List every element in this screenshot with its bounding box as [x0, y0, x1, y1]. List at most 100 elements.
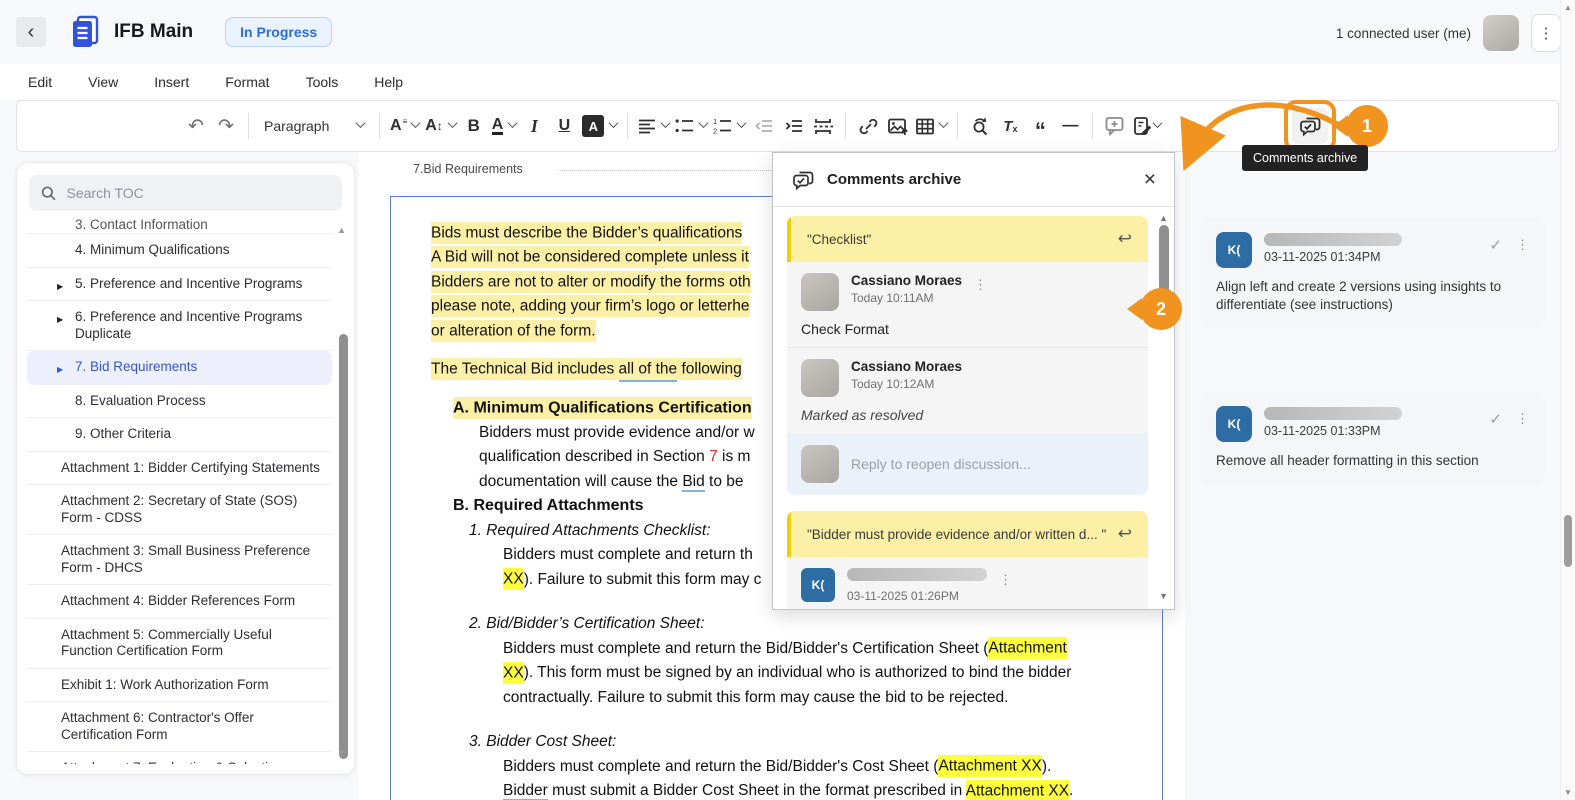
reply-icon[interactable]: ↩ [1118, 524, 1132, 544]
menu-bar: Edit View Insert Format Tools Help [0, 64, 1575, 100]
toc-item[interactable]: Attachment 1: Bidder Certifying Statemen… [27, 452, 332, 486]
toc-item[interactable]: ▶7. Bid Requirements [27, 351, 332, 385]
expand-arrow-icon[interactable]: ▶ [57, 312, 63, 329]
comment-card-header: K(03-11-2025 01:34PM✓⋮ [1216, 232, 1529, 268]
popup-title: Comments archive [827, 171, 961, 188]
page-scrollbar[interactable]: ▲ ▼ [1560, 0, 1575, 800]
track-changes-button[interactable] [1130, 109, 1166, 143]
toc-item[interactable]: 9. Other Criteria [27, 418, 332, 452]
menu-item-format[interactable]: Format [225, 74, 269, 90]
underline-button[interactable]: U [549, 109, 579, 143]
toc-scroll-down-icon[interactable]: ▼ [337, 748, 346, 758]
reply-to-reopen-field[interactable]: Reply to reopen discussion... [787, 433, 1148, 495]
reply-icon[interactable]: ↩ [1118, 229, 1132, 249]
toc-item[interactable]: Attachment 5: Commercially Useful Functi… [27, 619, 332, 669]
toc-item[interactable]: Exhibit 1: Work Authorization Form [27, 669, 332, 703]
comment-text: Align left and create 2 versions using i… [1216, 278, 1529, 314]
redacted-name-bar [1264, 233, 1402, 246]
toc-item[interactable]: Attachment 2: Secretary of State (SOS) F… [27, 485, 332, 535]
popup-scroll-down-icon[interactable]: ▼ [1159, 591, 1168, 601]
doc-line: Bidders must complete and return the Bid… [391, 637, 1162, 662]
toc-list: 3. Contact Information4. Minimum Qualifi… [27, 219, 332, 764]
comment-card[interactable]: K(03-11-2025 01:34PM✓⋮Align left and cre… [1200, 218, 1545, 328]
menu-item-help[interactable]: Help [374, 74, 403, 90]
toc-item[interactable]: Attachment 3: Small Business Preference … [27, 535, 332, 585]
toc-item[interactable]: 4. Minimum Qualifications [27, 234, 332, 268]
link-button[interactable] [853, 109, 883, 143]
toc-item[interactable]: Attachment 6: Contractor's Offer Certifi… [27, 702, 332, 752]
kebab-icon[interactable]: ⋮ [974, 277, 987, 293]
svg-text:2: 2 [713, 127, 717, 135]
numbered-list-button[interactable]: 12 [710, 109, 748, 143]
comments-archive-icon [791, 168, 815, 192]
redacted-name-bar [1264, 407, 1402, 420]
toc-scrollbar-thumb[interactable] [339, 334, 348, 759]
highlight-button[interactable]: A [579, 109, 620, 143]
menu-item-insert[interactable]: Insert [154, 74, 189, 90]
resolve-check-icon[interactable]: ✓ [1489, 236, 1502, 254]
insert-table-button[interactable] [913, 109, 950, 143]
comment-timestamp: Today 10:11AM [851, 291, 962, 305]
outdent-button[interactable] [748, 109, 778, 143]
status-badge[interactable]: In Progress [225, 17, 332, 47]
chevron-down-icon [447, 118, 457, 128]
comment-meta: 03-11-2025 01:33PM [1264, 406, 1489, 438]
kebab-icon[interactable]: ⋮ [999, 572, 1012, 588]
comment-card[interactable]: K(03-11-2025 01:33PM✓⋮Remove all header … [1200, 392, 1545, 484]
page-break-button[interactable] [808, 109, 838, 143]
insert-image-button[interactable] [883, 109, 913, 143]
text-styles-button[interactable]: A≡ [387, 109, 422, 143]
find-replace-button[interactable] [965, 109, 995, 143]
toc-item[interactable]: 8. Evaluation Process [27, 385, 332, 419]
user-avatar[interactable] [1483, 15, 1519, 51]
page-scrollbar-thumb[interactable] [1564, 515, 1572, 567]
expand-arrow-icon[interactable]: ▶ [57, 362, 63, 379]
toc-item[interactable]: ▶6. Preference and Incentive Programs Du… [27, 301, 332, 351]
back-button[interactable]: ‹ [16, 17, 46, 47]
toc-item[interactable]: ▶5. Preference and Incentive Programs [27, 268, 332, 302]
header-menu-button[interactable]: ⋮ [1531, 14, 1561, 52]
toc-item[interactable]: ▶ Attachment 7: Evaluation & Selection Re… [27, 752, 332, 764]
toc-item-label: Attachment 7: Evaluation & Selection Rep… [61, 760, 324, 764]
menu-item-view[interactable]: View [88, 74, 118, 90]
horizontal-line-button[interactable]: — [1055, 109, 1085, 143]
close-icon[interactable]: × [1144, 172, 1156, 188]
comment-meta: 03-11-2025 01:34PM [1264, 232, 1489, 264]
kebab-icon[interactable]: ⋮ [1516, 237, 1529, 253]
menu-item-tools[interactable]: Tools [306, 74, 339, 90]
kebab-icon[interactable]: ⋮ [1516, 411, 1529, 427]
section-label: 7.Bid Requirements [413, 162, 523, 176]
toc-search-input[interactable] [67, 185, 331, 201]
toc-scroll-up-icon[interactable]: ▲ [337, 225, 346, 235]
popup-scroll-up-icon[interactable]: ▲ [1159, 213, 1168, 223]
chevron-down-icon [411, 118, 421, 128]
indent-button[interactable] [778, 109, 808, 143]
paragraph-style-label: Paragraph [264, 118, 329, 134]
bulleted-list-button[interactable] [672, 109, 710, 143]
font-size-button[interactable]: A↕ [422, 109, 459, 143]
toc-item[interactable]: Attachment 4: Bidder References Form [27, 585, 332, 619]
toc-item[interactable]: 3. Contact Information [27, 219, 332, 234]
toc-item-label: Attachment 2: Secretary of State (SOS) F… [61, 493, 324, 526]
resolve-check-icon[interactable]: ✓ [1489, 410, 1502, 428]
scroll-down-icon[interactable]: ▼ [1564, 788, 1572, 797]
scroll-up-icon[interactable]: ▲ [1564, 3, 1572, 12]
menu-item-edit[interactable]: Edit [28, 74, 52, 90]
toc-search-box[interactable] [29, 175, 342, 211]
italic-button[interactable]: I [519, 109, 549, 143]
align-button[interactable] [635, 109, 672, 143]
add-comment-button[interactable] [1100, 109, 1130, 143]
chevron-down-icon [737, 118, 747, 128]
expand-arrow-icon[interactable]: ▶ [57, 279, 63, 296]
remove-format-button[interactable]: Tx [995, 109, 1025, 143]
font-color-button[interactable]: A [489, 109, 520, 143]
bold-button[interactable]: B [459, 109, 489, 143]
paragraph-style-dropdown[interactable]: Paragraph [256, 109, 372, 143]
expand-arrow-icon[interactable]: ▶ [43, 763, 49, 764]
block-quote-button[interactable]: “ [1025, 109, 1055, 143]
divider [248, 113, 249, 139]
undo-button[interactable]: ↶ [181, 109, 211, 143]
undo-icon: ↶ [188, 115, 204, 138]
comment-meta: Cassiano MoraesToday 10:11AM [851, 273, 962, 305]
redo-button[interactable]: ↷ [211, 109, 241, 143]
